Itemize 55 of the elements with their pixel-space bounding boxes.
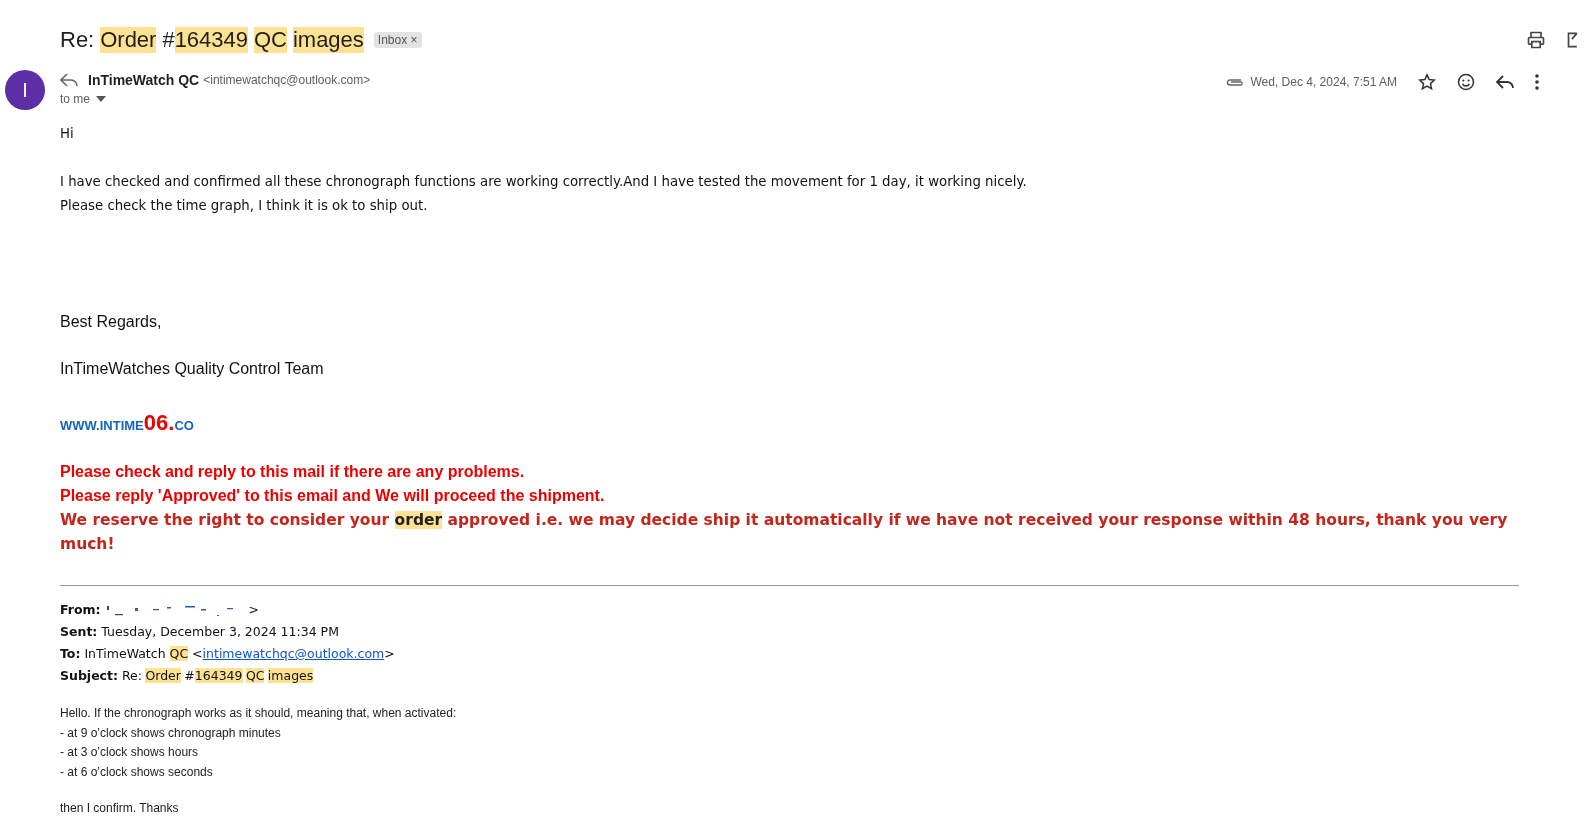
body-text: I have checked and confirmed all these chronograph functions are working correctly.And I have tested the movement for 1 day, it working nicely. [60,173,1028,191]
subject-word: QC [254,27,287,53]
more-options-icon[interactable] [1535,74,1539,90]
sent-label: Sent: [60,624,98,639]
dropdown-caret-icon [96,96,106,102]
subject-word: # [184,668,195,683]
star-icon[interactable] [1418,73,1436,91]
team-signature: InTimeWatches Quality Control Team [60,359,325,379]
sender-email: <intimewatchqc@outlook.com> [203,73,371,87]
subject-word: images [267,668,314,683]
sender-name: InTimeWatch QC [88,72,200,88]
sender-avatar: I [5,70,45,110]
subject-word: QC [245,668,265,683]
subject-word: images [292,27,364,53]
quoted-text: Hello. If the chronograph works as it should, meaning that, when activated: [60,705,458,722]
paperclip-icon [1226,77,1245,87]
recipient-toggle[interactable]: to me [60,92,371,106]
subject-word: 164349 [174,27,249,53]
body-text: Please check the time graph, I think it is ok to ship out. [60,197,429,215]
subject-word: Order [100,27,157,53]
website-link-text[interactable]: CO [174,418,194,433]
notice-text: Please check and reply to this mail if there are any problems. [60,462,526,482]
message-date: Wed, Dec 4, 2024, 7:51 AM [1250,75,1397,89]
website-link-text[interactable]: . [168,410,175,435]
to-name: InTimeWatch [84,646,166,661]
from-label: From: [60,602,101,617]
quoted-text: - at 6 o’clock shows seconds [60,763,214,781]
emoji-icon[interactable] [1457,73,1475,91]
warning-text: We reserve the right to consider your order approved i.e. we may decide ship it automatically if we have not received your response within 48 hours, thank you very much! [60,510,1509,555]
website-link-text[interactable]: WWW.INTIME [60,418,144,433]
email-link[interactable]: intimewatchqc@outlook.com [202,646,385,661]
reply-arrow-icon [60,73,78,87]
subject-word: # [162,27,175,53]
angle-bracket: > [384,646,395,661]
subject-word: Re: [122,668,142,683]
greeting-text: Hi [60,125,75,143]
remove-label-button[interactable]: × [410,33,418,47]
from-value: > [248,602,259,617]
sent-value: Tuesday, December 3, 2024 11:34 PM [101,624,339,639]
notice-text: Please reply 'Approved' to this email and We will proceed the shipment. [60,486,606,506]
to-name-highlight: QC [169,646,189,661]
print-icon[interactable] [1526,30,1546,50]
subject-word: Re: [60,27,95,53]
subject-word: 164349 [194,668,243,683]
subject-word: Order [145,668,181,683]
website-link-text[interactable]: 06 [143,410,169,435]
label-chip[interactable]: Inbox × [373,32,422,48]
quoted-text: then I confirm. Thanks [60,801,180,815]
quoted-text: - at 3 o’clock shows hours [60,744,200,761]
subject-label: Subject: [60,668,118,683]
to-label: To: [60,646,81,661]
quoted-text: - at 9 o’clock shows chronograph minutes [60,724,282,742]
reply-icon[interactable] [1496,74,1514,90]
angle-bracket: < [192,646,203,661]
regards-text: Best Regards, [60,312,163,332]
